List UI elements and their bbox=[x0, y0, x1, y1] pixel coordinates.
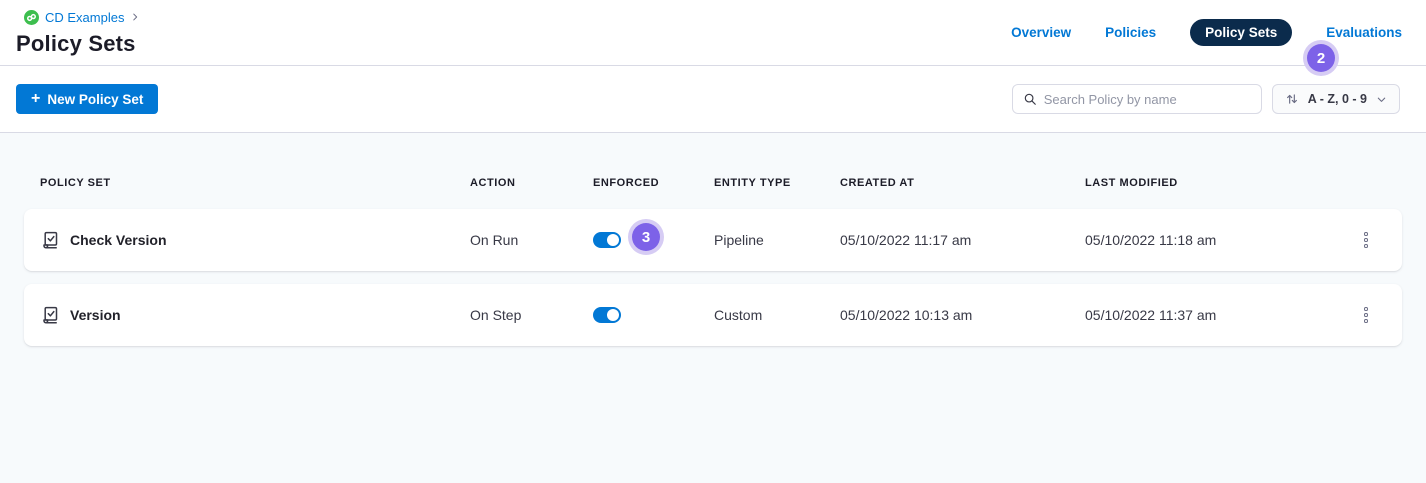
toggle-knob bbox=[607, 309, 619, 321]
annotation-step-badge-3: 3 bbox=[632, 223, 660, 251]
row-menu-button[interactable] bbox=[1352, 226, 1380, 254]
toolbar-right: A - Z, 0 - 9 bbox=[1012, 84, 1400, 114]
new-policy-set-button-label: New Policy Set bbox=[47, 92, 143, 107]
action-cell: On Step bbox=[470, 307, 593, 323]
column-header-action: ACTION bbox=[470, 177, 593, 189]
new-policy-set-button[interactable]: + New Policy Set bbox=[16, 84, 158, 114]
toolbar: + New Policy Set A - Z, 0 - 9 bbox=[0, 66, 1426, 133]
created-at-cell: 05/10/2022 11:17 am bbox=[840, 232, 1085, 248]
plus-icon: + bbox=[31, 91, 40, 107]
project-link-icon bbox=[24, 10, 39, 25]
sort-selected-value: A - Z, 0 - 9 bbox=[1308, 92, 1367, 106]
table-row[interactable]: Version On Step Custom 05/10/2022 10:13 … bbox=[24, 284, 1402, 346]
annotation-step-badge-2: 2 bbox=[1307, 44, 1335, 72]
last-modified-cell: 05/10/2022 11:18 am bbox=[1085, 232, 1338, 248]
created-at-cell: 05/10/2022 10:13 am bbox=[840, 307, 1085, 323]
row-menu-button[interactable] bbox=[1352, 301, 1380, 329]
page-header: CD Examples Policy Sets Overview Policie… bbox=[0, 0, 1426, 66]
sort-dropdown[interactable]: A - Z, 0 - 9 bbox=[1272, 84, 1400, 114]
breadcrumb-project-link[interactable]: CD Examples bbox=[45, 10, 124, 25]
page-title: Policy Sets bbox=[16, 31, 140, 57]
toggle-knob bbox=[607, 234, 619, 246]
last-modified-cell: 05/10/2022 11:37 am bbox=[1085, 307, 1338, 323]
enforced-toggle[interactable] bbox=[593, 307, 621, 323]
kebab-icon bbox=[1364, 307, 1368, 311]
search-input[interactable] bbox=[1044, 92, 1251, 107]
policy-set-name: Version bbox=[70, 307, 121, 323]
tab-bar: Overview Policies Policy Sets Evaluation… bbox=[1011, 19, 1402, 46]
action-cell: On Run bbox=[470, 232, 593, 248]
header-left: CD Examples Policy Sets bbox=[16, 8, 140, 57]
column-header-created-at: CREATED AT bbox=[840, 177, 1085, 189]
table-header-row: POLICY SET ACTION ENFORCED ENTITY TYPE C… bbox=[24, 177, 1402, 189]
search-icon bbox=[1023, 92, 1037, 106]
tab-evaluations[interactable]: Evaluations bbox=[1326, 25, 1402, 40]
policy-set-name: Check Version bbox=[70, 232, 167, 248]
policy-set-list: POLICY SET ACTION ENFORCED ENTITY TYPE C… bbox=[0, 133, 1426, 483]
column-header-entity-type: ENTITY TYPE bbox=[714, 177, 840, 189]
column-header-last-modified: LAST MODIFIED bbox=[1085, 177, 1338, 189]
entity-type-cell: Custom bbox=[714, 307, 840, 323]
kebab-icon bbox=[1364, 232, 1368, 236]
entity-type-cell: Pipeline bbox=[714, 232, 840, 248]
chevron-down-icon bbox=[1376, 94, 1387, 105]
table-row[interactable]: Check Version On Run Pipeline 05/10/2022… bbox=[24, 209, 1402, 271]
tab-policies[interactable]: Policies bbox=[1105, 25, 1156, 40]
tab-policy-sets[interactable]: Policy Sets bbox=[1190, 19, 1292, 46]
search-box bbox=[1012, 84, 1262, 114]
column-header-policy-set: POLICY SET bbox=[40, 177, 470, 189]
column-header-enforced: ENFORCED bbox=[593, 177, 714, 189]
chevron-right-icon bbox=[130, 12, 140, 22]
enforced-toggle[interactable] bbox=[593, 232, 621, 248]
breadcrumb: CD Examples bbox=[24, 8, 140, 26]
tab-overview[interactable]: Overview bbox=[1011, 25, 1071, 40]
policy-set-icon bbox=[40, 230, 60, 250]
sort-arrows-icon bbox=[1285, 92, 1299, 106]
policy-set-icon bbox=[40, 305, 60, 325]
